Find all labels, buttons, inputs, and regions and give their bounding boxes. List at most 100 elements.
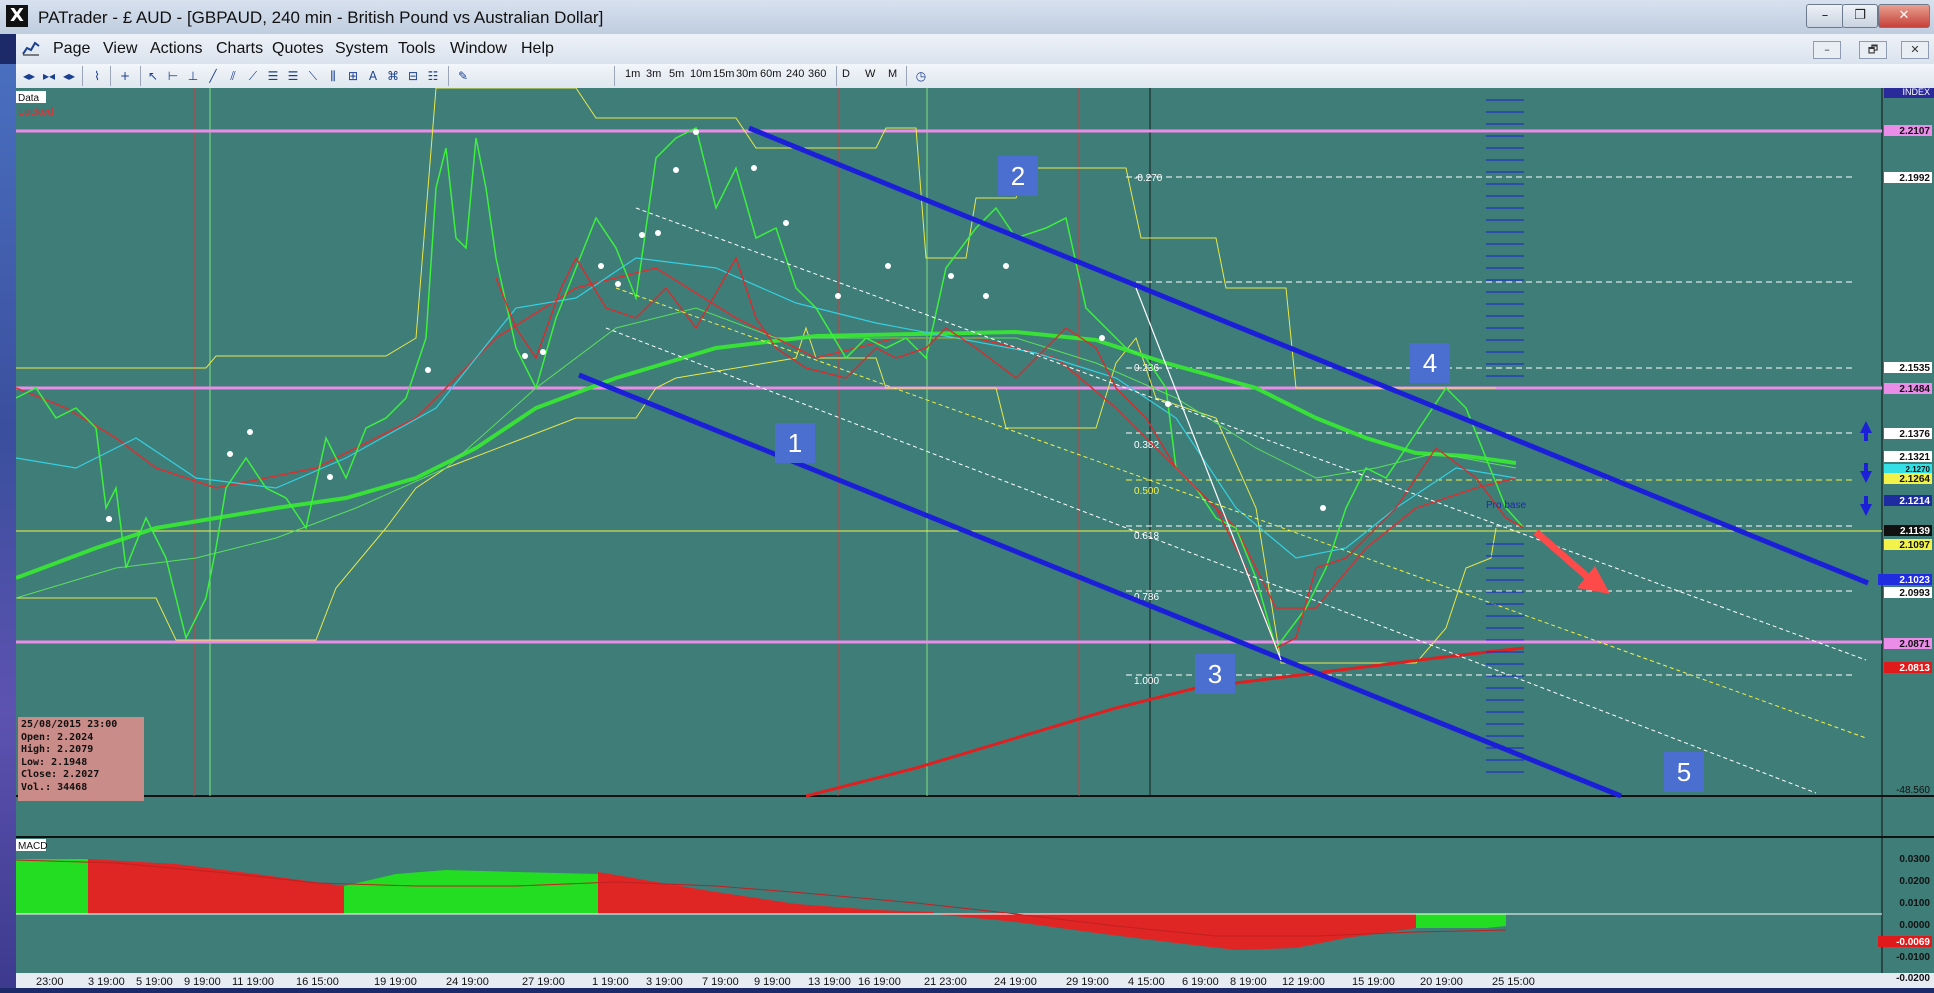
timeframe-30m[interactable]: 30m [736,68,757,80]
date-label: 6 19:00 [1182,976,1219,988]
gann-icon[interactable]: ⊞ [344,67,362,85]
chart-icon[interactable] [22,40,40,58]
maximize-button[interactable]: ❐ [1842,4,1878,28]
date-label: 5 19:00 [136,976,173,988]
menu-bar: Page View Actions Charts Quotes System T… [16,34,1934,65]
index-tag: INDEX [1902,88,1930,97]
price-pane[interactable] [16,88,1884,796]
price-label: 2.1023 [1899,575,1930,586]
date-label: 7 19:00 [702,976,739,988]
mdi-minimize-button[interactable]: – [1813,41,1841,59]
menu-help[interactable]: Help [521,40,554,58]
info-volume: Vol.: 34468 [21,781,88,793]
chart-svg[interactable]: -0.270 0.236 0.382 0.500 0.618 0.786 1.0… [15,86,1934,988]
menu-view[interactable]: View [103,40,137,58]
date-label: 3 19:00 [646,976,683,988]
desktop-background [0,64,16,988]
info-high: High: 2.2079 [21,744,94,755]
scroll-left-icon[interactable]: ◂▸ [20,67,38,85]
period-weekly[interactable]: W [865,68,875,80]
indicator-icon[interactable]: ⌇ [88,67,106,85]
date-label: 9 19:00 [754,976,791,988]
oscillator-pane[interactable] [16,796,1884,837]
menu-system[interactable]: System [335,40,388,58]
fib-fan-icon[interactable]: ⟋ [244,67,262,85]
timeframe-15m[interactable]: 15m [713,68,734,80]
price-label: 2.1535 [1899,363,1930,374]
menu-quotes[interactable]: Quotes [272,40,324,58]
grid-icon[interactable]: ⊟ [404,67,422,85]
menu-charts[interactable]: Charts [216,40,263,58]
date-label: 25 15:00 [1492,976,1535,988]
pointer-icon[interactable]: ↖ [144,67,162,85]
chart-area[interactable]: -0.270 0.236 0.382 0.500 0.618 0.786 1.0… [15,86,1934,988]
date-labels: 23:00 3 19:00 5 19:00 9 19:00 11 19:00 1… [36,976,1535,988]
macd-current: -0.0069 [1896,937,1930,948]
menu-actions[interactable]: Actions [150,40,202,58]
price-label: 2.1321 [1899,452,1930,463]
clock-icon[interactable]: ◷ [912,67,930,85]
mdi-restore-button[interactable]: 🗗 [1859,41,1887,59]
timeframe-240[interactable]: 240 [786,68,804,80]
mdi-close-button[interactable]: ✕ [1901,41,1929,59]
price-label: 2.1097 [1899,540,1930,551]
minimize-button[interactable]: – [1806,4,1844,28]
expand-icon[interactable]: ◂▸ [60,67,78,85]
date-label: 16 19:00 [858,976,901,988]
timeframe-60m[interactable]: 60m [760,68,781,80]
timeframe-10m[interactable]: 10m [690,68,711,80]
timeframe-360[interactable]: 360 [808,68,826,80]
app-icon[interactable]: X [6,5,28,27]
fib-arc-icon[interactable]: ⟍ [304,67,322,85]
date-label: 15 19:00 [1352,976,1395,988]
fib-extension-icon[interactable]: ☰ [284,67,302,85]
channel-icon[interactable]: ⫽ [224,67,242,85]
timeframe-3m[interactable]: 3m [646,68,661,80]
compress-icon[interactable]: ▸◂ [40,67,58,85]
ohlc-info-box: 25/08/2015 23:00 Open: 2.2024 High: 2.20… [18,717,144,801]
fib-retracement-icon[interactable]: ☰ [264,67,282,85]
price-label: 2.1484 [1899,384,1930,395]
crosshair-icon[interactable]: + [116,67,134,85]
info-low: Low: 2.1948 [21,756,88,768]
trend-line-icon[interactable]: ╱ [204,67,222,85]
price-label: 2.1214 [1899,496,1930,507]
cycle-icon[interactable]: ⌘ [384,67,402,85]
date-label: 23:00 [36,976,64,988]
price-label: 2.0993 [1899,588,1930,599]
price-axis [1884,88,1934,988]
price-label: 2.1264 [1899,474,1930,485]
draw-icon[interactable]: ✎ [454,67,472,85]
fib-label: -0.270 [1134,173,1163,184]
window-title: PATrader - £ AUD - [GBPAUD, 240 min - Br… [38,8,604,27]
menu-window[interactable]: Window [450,40,507,58]
menu-page[interactable]: Page [53,40,90,58]
date-label: 19 19:00 [374,976,417,988]
text-tool-icon[interactable]: A [364,67,382,85]
fib-label: 0.500 [1134,486,1159,497]
info-datetime: 25/08/2015 23:00 [21,719,118,730]
price-label: 2.1139 [1900,526,1930,537]
timeframe-1m[interactable]: 1m [625,68,640,80]
date-label: 24 19:00 [446,976,489,988]
date-label: 16 15:00 [296,976,339,988]
macd-tick: 0.0000 [1899,920,1930,931]
date-label: 4 15:00 [1128,976,1165,988]
date-label: 20 19:00 [1420,976,1463,988]
period-daily[interactable]: D [842,68,850,80]
levels-icon[interactable]: ☷ [424,67,442,85]
wave-label-4: 4 [1423,348,1437,378]
menu-tools[interactable]: Tools [398,40,435,58]
macd-tick: 0.0200 [1899,876,1930,887]
time-zones-icon[interactable]: ⫼ [324,67,342,85]
date-label: 27 19:00 [522,976,565,988]
wave-label-3: 3 [1208,659,1222,689]
price-label: 2.2107 [1899,126,1930,137]
timeframe-5m[interactable]: 5m [669,68,684,80]
close-button[interactable]: ✕ [1878,4,1930,28]
wave-label-5: 5 [1677,757,1691,787]
vertical-line-icon[interactable]: ⊥ [184,67,202,85]
horizontal-line-icon[interactable]: ⊢ [164,67,182,85]
macd-tick: 0.0300 [1899,854,1930,865]
period-monthly[interactable]: M [888,68,897,80]
